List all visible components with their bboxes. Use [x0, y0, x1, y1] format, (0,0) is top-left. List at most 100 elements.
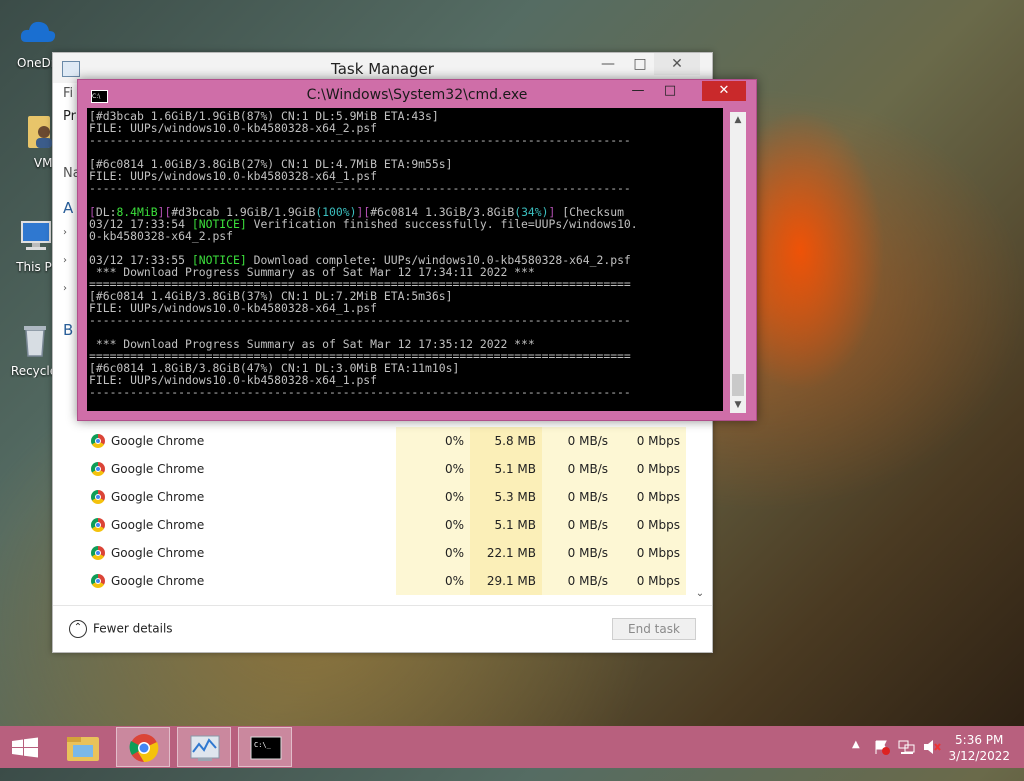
fewer-details-toggle[interactable]: ⌃ Fewer details [69, 620, 173, 638]
chrome-icon [91, 462, 105, 476]
chrome-icon [91, 546, 105, 560]
table-row[interactable]: Google Chrome 0% 5.3 MB 0 MB/s 0 Mbps [61, 483, 698, 511]
minimize-button[interactable]: — [594, 53, 622, 75]
console-scrollbar[interactable]: ▲ ▼ [730, 112, 746, 413]
memory-cell: 22.1 MB [470, 539, 542, 567]
process-name: Google Chrome [111, 462, 205, 476]
expand-chevron-icon[interactable]: › [63, 283, 67, 294]
console-text: (64%) [240, 409, 274, 411]
taskbar-task-manager[interactable] [177, 727, 231, 767]
chrome-icon [91, 434, 105, 448]
action-center-flag-icon[interactable] [872, 738, 892, 780]
scroll-down-icon[interactable]: ⌄ [694, 588, 706, 599]
console-text: ----------------------------------------… [89, 181, 631, 195]
task-manager-icon [190, 735, 220, 761]
process-name: Google Chrome [111, 546, 205, 560]
console-line: ----------------------------------------… [89, 134, 723, 146]
console-text: CN:1 DL: [274, 409, 336, 411]
disk-cell: 0 MB/s [542, 511, 614, 539]
process-list-scrollbar[interactable]: ⌄ [694, 431, 706, 599]
show-hidden-icons-icon[interactable]: ▲ [852, 739, 860, 781]
folder-icon [67, 737, 99, 761]
table-row[interactable]: Google Chrome 0% 29.1 MB 0 MB/s 0 Mbps [61, 567, 698, 595]
minimize-button[interactable]: — [624, 81, 652, 101]
table-row[interactable]: Google Chrome 0% 5.1 MB 0 MB/s 0 Mbps [61, 455, 698, 483]
svg-text:C:\_: C:\_ [254, 741, 272, 749]
memory-cell: 29.1 MB [470, 567, 542, 595]
system-clock[interactable]: 5:36 PM 3/12/2022 [948, 732, 1010, 764]
console-text: 2m1s [405, 409, 432, 411]
network-cell: 0 Mbps [614, 427, 686, 455]
windows-logo-icon [12, 737, 38, 758]
console-text: 0-kb4580328-x64_2.psf [89, 229, 234, 243]
table-row[interactable]: Google Chrome 0% 22.1 MB 0 MB/s 0 Mbps [61, 539, 698, 567]
start-button[interactable] [0, 727, 54, 767]
memory-cell: 5.8 MB [470, 427, 542, 455]
scroll-down-icon[interactable]: ▼ [730, 397, 746, 413]
taskbar-chrome[interactable] [116, 727, 170, 767]
computer-icon [21, 221, 51, 250]
console-line: ----------------------------------------… [89, 314, 723, 326]
chrome-icon [91, 574, 105, 588]
close-button[interactable]: ✕ [654, 53, 700, 75]
network-cell: 0 Mbps [614, 539, 686, 567]
cloud-icon [20, 21, 56, 42]
cpu-cell: 0% [396, 427, 470, 455]
expand-chevron-icon[interactable]: › [63, 227, 67, 238]
cmd-title: C:\Windows\System32\cmd.exe [306, 87, 528, 103]
disk-cell: 0 MB/s [542, 455, 614, 483]
cpu-cell: 0% [396, 539, 470, 567]
chevron-up-icon: ⌃ [69, 620, 87, 638]
memory-cell: 5.1 MB [470, 455, 542, 483]
network-cell: 0 Mbps [614, 511, 686, 539]
process-name: Google Chrome [111, 518, 205, 532]
console-line: 0-kb4580328-x64_2.psf [89, 230, 723, 242]
maximize-button[interactable]: □ [626, 53, 654, 75]
volume-muted-icon[interactable] [922, 738, 942, 780]
console-text: ----------------------------------------… [89, 313, 631, 327]
chrome-icon [129, 734, 159, 763]
taskbar: C:\_ ▲ 5:36 PM 3/12/2022 [0, 726, 1024, 768]
end-task-button[interactable]: End task [612, 618, 696, 640]
disk-cell: 0 MB/s [542, 539, 614, 567]
console-text: #6c0814 2.4GiB/3.8GiB [96, 409, 240, 411]
disk-cell: 0 MB/s [542, 427, 614, 455]
taskbar-file-explorer[interactable] [57, 727, 111, 767]
group-apps-header: A [63, 199, 74, 217]
console-text: 11MiB [336, 409, 370, 411]
scroll-up-icon[interactable]: ▲ [730, 112, 746, 128]
process-name: Google Chrome [111, 490, 205, 504]
task-manager-footer: ⌃ Fewer details End task [53, 605, 712, 652]
console-line: [#6c0814 2.4GiB/3.8GiB(64%) CN:1 DL:11Mi… [89, 410, 723, 411]
cmd-window[interactable]: C:\ C:\Windows\System32\cmd.exe — □ ✕ [#… [77, 79, 757, 421]
network-cell: 0 Mbps [614, 483, 686, 511]
console-line: ----------------------------------------… [89, 182, 723, 194]
network-icon[interactable] [897, 738, 917, 780]
console-text: ] [432, 409, 439, 411]
table-row[interactable]: Google Chrome 0% 5.1 MB 0 MB/s 0 Mbps [61, 511, 698, 539]
console-line: ----------------------------------------… [89, 386, 723, 398]
clock-date: 3/12/2022 [948, 749, 1010, 763]
cmd-icon: C:\_ [250, 736, 282, 760]
tab-processes[interactable]: Pr [63, 109, 76, 124]
chrome-icon [91, 490, 105, 504]
console-text: ETA: [370, 409, 404, 411]
clock-time: 5:36 PM [955, 733, 1004, 747]
table-row[interactable]: Google Chrome 0% 5.8 MB 0 MB/s 0 Mbps [61, 427, 698, 455]
close-button[interactable]: ✕ [702, 81, 746, 101]
cmd-titlebar[interactable]: C:\ C:\Windows\System32\cmd.exe — □ ✕ [78, 80, 756, 108]
cpu-cell: 0% [396, 567, 470, 595]
memory-cell: 5.1 MB [470, 511, 542, 539]
menu-file[interactable]: Fi [63, 86, 73, 101]
fewer-details-label: Fewer details [93, 621, 173, 636]
cpu-cell: 0% [396, 455, 470, 483]
taskbar-cmd[interactable]: C:\_ [238, 727, 292, 767]
cpu-cell: 0% [396, 483, 470, 511]
scroll-thumb[interactable] [732, 374, 744, 396]
console-output[interactable]: [#d3bcab 1.6GiB/1.9GiB(87%) CN:1 DL:5.9M… [87, 108, 723, 411]
recycle-bin-icon [24, 326, 46, 357]
maximize-button[interactable]: □ [656, 81, 684, 101]
console-text: Verification finished successfully. file… [246, 217, 638, 231]
expand-chevron-icon[interactable]: › [63, 255, 67, 266]
console-text: ----------------------------------------… [89, 133, 631, 147]
